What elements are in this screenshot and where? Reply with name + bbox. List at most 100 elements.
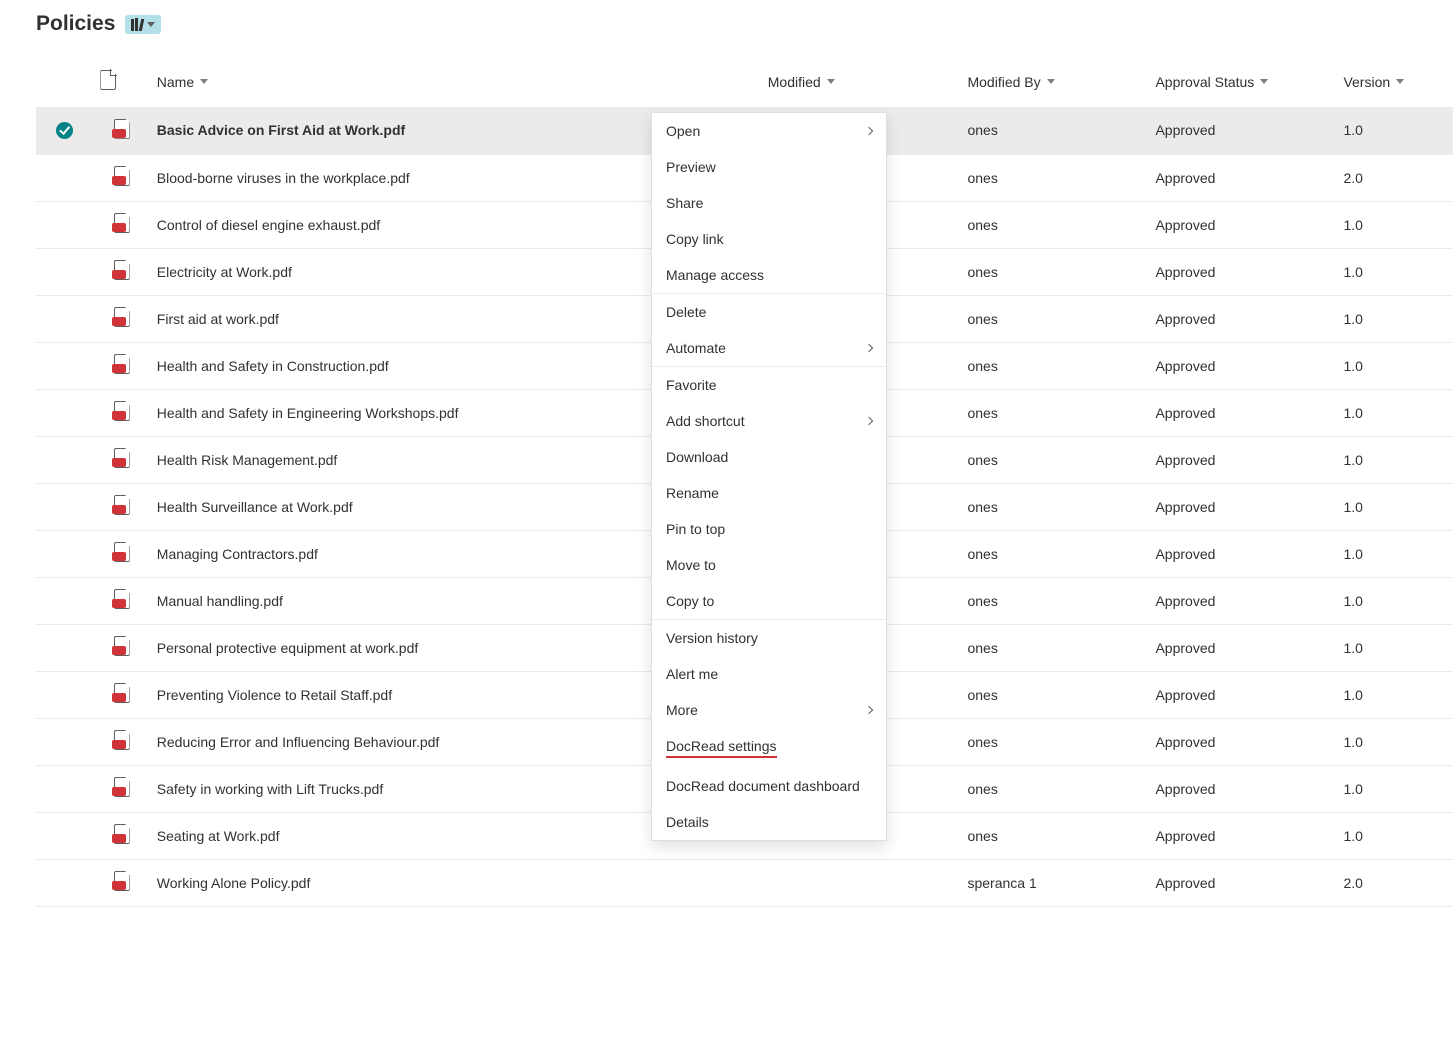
modified-by-cell[interactable]: ones: [959, 342, 1147, 389]
menu-item-label: Pin to top: [666, 521, 725, 537]
menu-item-add-shortcut[interactable]: Add shortcut: [652, 403, 886, 439]
version-cell: 1.0: [1335, 107, 1453, 154]
modified-by-cell[interactable]: speranca 1: [959, 859, 1147, 906]
file-name[interactable]: Preventing Violence to Retail Staff.pdf: [157, 687, 392, 703]
file-name[interactable]: Safety in working with Lift Trucks.pdf: [157, 781, 383, 797]
modified-by-cell[interactable]: ones: [959, 812, 1147, 859]
view-switcher[interactable]: [125, 15, 161, 34]
approval-status-cell: Approved: [1147, 389, 1335, 436]
approval-status-cell: Approved: [1147, 530, 1335, 577]
column-type[interactable]: [92, 60, 148, 107]
file-name[interactable]: Reducing Error and Influencing Behaviour…: [157, 734, 440, 750]
menu-item-label: Manage access: [666, 267, 764, 283]
file-name[interactable]: Health Risk Management.pdf: [157, 452, 338, 468]
column-name[interactable]: Name: [157, 74, 208, 90]
modified-by-cell[interactable]: ones: [959, 389, 1147, 436]
file-name[interactable]: Working Alone Policy.pdf: [157, 875, 311, 891]
approval-status-cell: Approved: [1147, 483, 1335, 530]
menu-item-label: Copy to: [666, 593, 714, 609]
modified-by-cell[interactable]: ones: [959, 765, 1147, 812]
menu-item-automate[interactable]: Automate: [652, 330, 886, 366]
file-name[interactable]: Manual handling.pdf: [157, 593, 283, 609]
pdf-icon: [112, 119, 130, 139]
menu-item-label: Version history: [666, 630, 758, 646]
version-cell: 1.0: [1335, 389, 1453, 436]
pdf-icon: [112, 589, 130, 609]
approval-status-cell: Approved: [1147, 765, 1335, 812]
file-name[interactable]: Personal protective equipment at work.pd…: [157, 640, 418, 656]
approval-status-cell: Approved: [1147, 248, 1335, 295]
menu-item-download[interactable]: Download: [652, 439, 886, 475]
file-name[interactable]: First aid at work.pdf: [157, 311, 279, 327]
menu-item-favorite[interactable]: Favorite: [652, 367, 886, 403]
menu-item-docread-settings[interactable]: DocRead settings: [652, 728, 886, 768]
chevron-down-icon: [1396, 79, 1404, 84]
chevron-right-icon: [865, 417, 873, 425]
version-cell: 1.0: [1335, 577, 1453, 624]
menu-item-share[interactable]: Share: [652, 185, 886, 221]
column-version[interactable]: Version: [1343, 74, 1404, 90]
column-modified-by[interactable]: Modified By: [967, 74, 1054, 90]
modified-by-cell[interactable]: ones: [959, 718, 1147, 765]
file-name[interactable]: Health and Safety in Engineering Worksho…: [157, 405, 459, 421]
menu-item-alert-me[interactable]: Alert me: [652, 656, 886, 692]
version-cell: 1.0: [1335, 436, 1453, 483]
menu-item-copy-to[interactable]: Copy to: [652, 583, 886, 619]
modified-by-cell[interactable]: ones: [959, 577, 1147, 624]
approval-status-cell: Approved: [1147, 201, 1335, 248]
file-name[interactable]: Control of diesel engine exhaust.pdf: [157, 217, 380, 233]
file-name[interactable]: Health Surveillance at Work.pdf: [157, 499, 353, 515]
menu-item-label: Download: [666, 449, 728, 465]
modified-by-cell[interactable]: ones: [959, 107, 1147, 154]
version-cell: 1.0: [1335, 718, 1453, 765]
menu-item-manage-access[interactable]: Manage access: [652, 257, 886, 293]
table-row[interactable]: Working Alone Policy.pdf···speranca 1App…: [36, 859, 1453, 906]
file-name[interactable]: Electricity at Work.pdf: [157, 264, 292, 280]
modified-by-cell[interactable]: ones: [959, 154, 1147, 201]
chevron-down-icon: [147, 22, 155, 27]
version-cell: 1.0: [1335, 624, 1453, 671]
menu-item-label: Add shortcut: [666, 413, 745, 429]
pdf-icon: [112, 307, 130, 327]
modified-by-cell[interactable]: ones: [959, 483, 1147, 530]
menu-item-label: Delete: [666, 304, 706, 320]
menu-item-version-history[interactable]: Version history: [652, 620, 886, 656]
modified-by-cell[interactable]: ones: [959, 530, 1147, 577]
modified-by-cell[interactable]: ones: [959, 295, 1147, 342]
modified-by-cell[interactable]: ones: [959, 201, 1147, 248]
menu-item-label: Alert me: [666, 666, 718, 682]
modified-by-cell[interactable]: ones: [959, 671, 1147, 718]
column-approval-label: Approval Status: [1155, 74, 1254, 90]
file-name[interactable]: Health and Safety in Construction.pdf: [157, 358, 389, 374]
modified-by-cell[interactable]: ones: [959, 436, 1147, 483]
modified-by-cell[interactable]: ones: [959, 248, 1147, 295]
checkmark-icon[interactable]: [56, 122, 73, 139]
pdf-icon: [112, 871, 130, 891]
version-cell: 1.0: [1335, 765, 1453, 812]
menu-item-move-to[interactable]: Move to: [652, 547, 886, 583]
file-name[interactable]: Seating at Work.pdf: [157, 828, 280, 844]
column-modified[interactable]: Modified: [768, 74, 835, 90]
file-name[interactable]: Managing Contractors.pdf: [157, 546, 318, 562]
approval-status-cell: Approved: [1147, 154, 1335, 201]
menu-item-rename[interactable]: Rename: [652, 475, 886, 511]
modified-by-cell[interactable]: ones: [959, 624, 1147, 671]
menu-item-label: Favorite: [666, 377, 717, 393]
pdf-icon: [112, 542, 130, 562]
menu-item-docread-document-dashboard[interactable]: DocRead document dashboard: [652, 768, 886, 804]
library-icon: [131, 18, 143, 31]
pdf-icon: [112, 260, 130, 280]
chevron-down-icon: [827, 79, 835, 84]
menu-item-open[interactable]: Open: [652, 113, 886, 149]
menu-item-pin-to-top[interactable]: Pin to top: [652, 511, 886, 547]
file-name[interactable]: Blood-borne viruses in the workplace.pdf: [157, 170, 410, 186]
menu-item-preview[interactable]: Preview: [652, 149, 886, 185]
chevron-down-icon: [1047, 79, 1055, 84]
menu-item-more[interactable]: More: [652, 692, 886, 728]
file-name[interactable]: Basic Advice on First Aid at Work.pdf: [157, 122, 405, 138]
menu-item-details[interactable]: Details: [652, 804, 886, 840]
pdf-icon: [112, 824, 130, 844]
column-approval-status[interactable]: Approval Status: [1155, 74, 1268, 90]
menu-item-delete[interactable]: Delete: [652, 294, 886, 330]
menu-item-copy-link[interactable]: Copy link: [652, 221, 886, 257]
